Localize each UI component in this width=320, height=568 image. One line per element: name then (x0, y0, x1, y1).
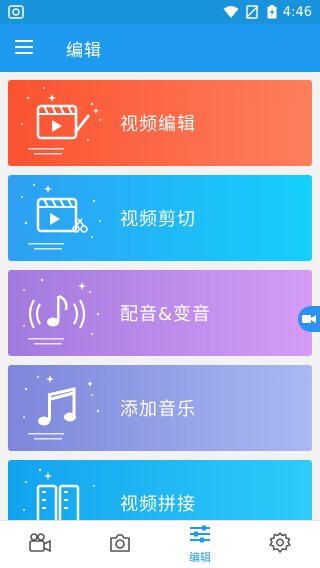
no-sim-icon (245, 5, 261, 19)
video-camera-icon (302, 310, 316, 329)
audio-dub-label: 配音&变音 (120, 304, 212, 325)
wifi-icon (223, 5, 239, 19)
video-join-label: 视频拼接 (120, 494, 196, 515)
nav-item-video[interactable] (0, 521, 80, 568)
music-note-icon (8, 365, 114, 451)
camera-icon (108, 532, 132, 558)
status-left (8, 5, 24, 19)
nav-item-edit[interactable]: 编辑 (160, 521, 240, 568)
audio-dub-card[interactable]: 配音&变音 (8, 270, 312, 356)
bottom-nav: 编辑 (0, 520, 320, 568)
add-music-label: 添加音乐 (120, 399, 196, 420)
app-bar: 编辑 (0, 24, 320, 72)
video-edit-card[interactable]: 视频编辑 (8, 80, 312, 166)
app-notification-icon (8, 5, 24, 19)
video-cut-label: 视频剪切 (120, 209, 196, 230)
video-camera-icon (28, 532, 52, 558)
video-edit-label: 视频编辑 (120, 114, 196, 135)
nav-item-settings[interactable] (240, 521, 320, 568)
status-right: 4:46 (223, 5, 312, 20)
sliders-icon (188, 524, 212, 548)
gear-icon (268, 531, 292, 559)
battery-charging-icon (267, 5, 277, 19)
feature-list: 视频编辑 视频剪切 配音&变音 添加音乐 视频拼接 (0, 72, 320, 520)
video-join-icon (8, 460, 114, 520)
status-time: 4:46 (282, 4, 312, 20)
video-cut-icon (8, 175, 114, 261)
floating-record-button[interactable] (298, 306, 320, 332)
video-join-card[interactable]: 视频拼接 (8, 460, 312, 520)
status-bar: 4:46 (0, 0, 320, 24)
nav-item-camera[interactable] (80, 521, 160, 568)
add-music-card[interactable]: 添加音乐 (8, 365, 312, 451)
menu-button[interactable] (0, 24, 48, 72)
page-title: 编辑 (66, 40, 102, 61)
video-edit-icon (8, 80, 114, 166)
audio-dub-icon (8, 270, 114, 356)
video-cut-card[interactable]: 视频剪切 (8, 175, 312, 261)
hamburger-menu-icon (15, 39, 33, 58)
nav-item-edit-label: 编辑 (189, 551, 211, 564)
